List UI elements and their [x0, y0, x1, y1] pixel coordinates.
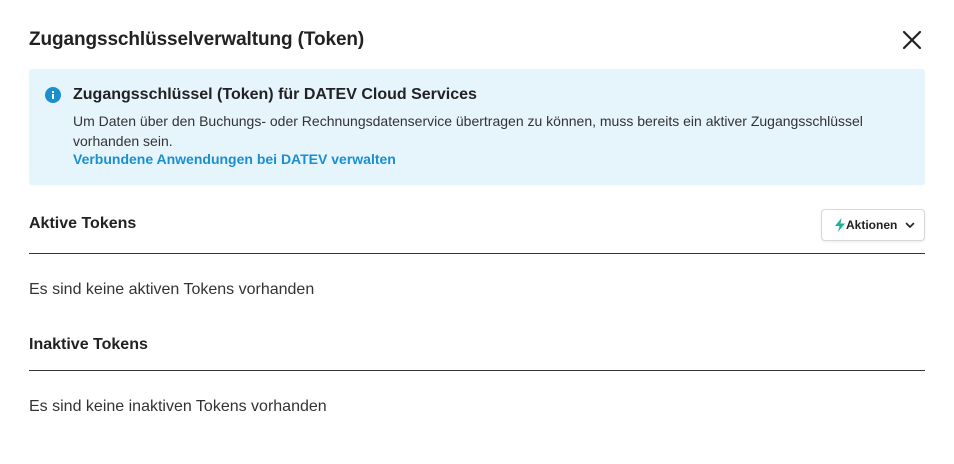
inactive-tokens-heading: Inaktive Tokens [29, 336, 148, 353]
bolt-icon [835, 218, 845, 232]
active-tokens-divider [29, 253, 925, 254]
active-tokens-empty-text: Es sind keine aktiven Tokens vorhanden [29, 281, 315, 298]
info-icon [45, 87, 61, 103]
active-tokens-heading: Aktive Tokens [29, 215, 137, 232]
manage-connected-apps-link[interactable]: Verbundene Anwendungen bei DATEV verwalt… [73, 151, 396, 167]
inactive-tokens-divider [29, 370, 925, 371]
close-icon [902, 30, 922, 50]
inactive-tokens-empty-text: Es sind keine inaktiven Tokens vorhanden [29, 398, 327, 415]
token-management-dialog: Zugangsschlüsselverwaltung (Token) Zugan… [0, 0, 954, 464]
actions-dropdown-button[interactable]: Aktionen [821, 209, 925, 241]
close-button[interactable] [900, 28, 924, 52]
chevron-down-icon [906, 222, 915, 228]
info-banner: Zugangsschlüssel (Token) für DATEV Cloud… [29, 69, 925, 185]
actions-label: Aktionen [846, 218, 898, 232]
info-text: Um Daten über den Buchungs- oder Rechnun… [73, 113, 863, 149]
dialog-title: Zugangsschlüsselverwaltung (Token) [29, 29, 365, 50]
info-heading: Zugangsschlüssel (Token) für DATEV Cloud… [73, 86, 477, 103]
